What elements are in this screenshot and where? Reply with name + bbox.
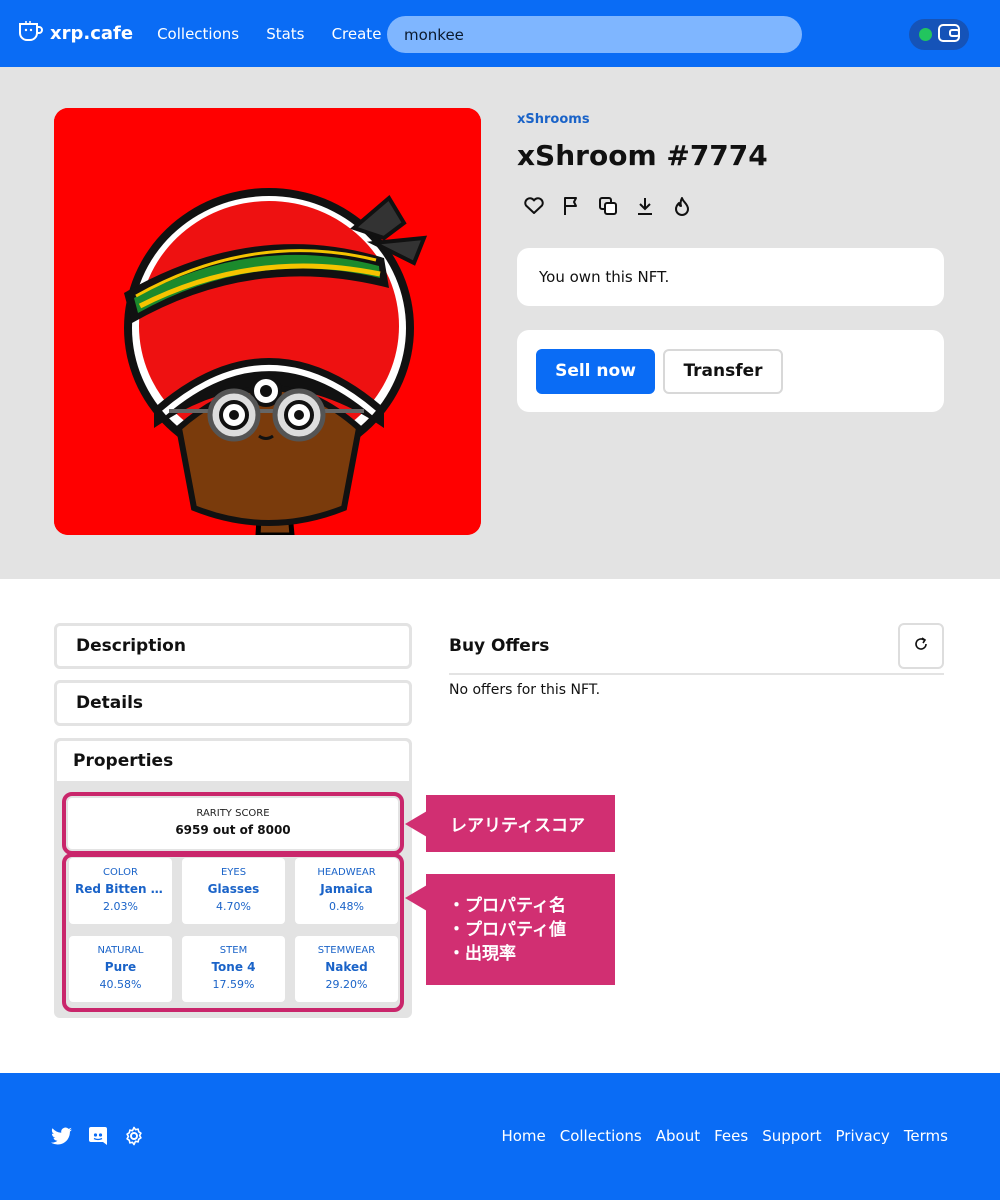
top-bar: xrp.cafe Collections Stats Create [0,0,1000,67]
footer-link-collections[interactable]: Collections [560,1127,642,1145]
buy-offers-heading: Buy Offers [449,636,550,656]
action-card: Sell now Transfer [517,330,944,412]
connected-status-dot [918,28,932,41]
props-callout: ・プロパティ名 ・プロパティ値 ・出現率 [426,874,615,985]
search-bar [387,16,802,53]
logo-text: xrp.cafe [50,23,134,44]
footer-link-privacy[interactable]: Privacy [836,1127,890,1145]
properties-accordion[interactable]: Properties [57,741,409,781]
footer-link-terms[interactable]: Terms [904,1127,948,1145]
rarity-callout: レアリティスコア [426,795,615,852]
footer-link-support[interactable]: Support [762,1127,821,1145]
nft-action-icons [523,195,693,217]
twitter-icon[interactable] [51,1125,73,1147]
footer-links: Home Collections About Fees Support Priv… [501,1127,948,1145]
search-input[interactable] [404,25,785,44]
nav-create[interactable]: Create [332,25,382,43]
page: xrp.cafe Collections Stats Create monkee… [0,0,1000,1200]
ownership-card: You own this NFT. [517,248,944,306]
nft-artwork [54,108,481,535]
properties-heading: Properties [73,751,174,771]
main-nav: Collections Stats Create [157,24,403,43]
discord-icon[interactable] [87,1125,109,1147]
cup-logo-icon [18,20,44,47]
logo[interactable]: xrp.cafe [18,20,133,47]
copy-icon[interactable] [597,195,619,217]
flag-icon[interactable] [560,195,582,217]
nft-title: xShroom #7774 [517,139,768,172]
ownership-note: You own this NFT. [539,268,670,286]
props-callout-line: ・出現率 [448,944,516,964]
rarity-callout-arrow [405,811,427,837]
heart-icon[interactable] [523,195,545,217]
refresh-icon [913,636,929,656]
props-callout-line: ・プロパティ値 [448,920,566,940]
details-accordion[interactable]: Details [54,680,412,726]
wallet-button[interactable] [909,19,969,50]
details-heading: Details [76,693,144,713]
nft-hero: xShrooms xShroom #7774 You own this NFT.… [0,67,1000,579]
offers-divider [449,673,944,675]
nav-stats[interactable]: Stats [266,25,304,43]
wallet-icon [937,23,960,46]
nav-collections[interactable]: Collections [157,25,239,43]
description-heading: Description [76,636,186,656]
no-offers-text: No offers for this NFT. [449,682,601,698]
sell-now-button[interactable]: Sell now [536,348,655,394]
footer-link-about[interactable]: About [656,1127,700,1145]
rarity-highlight-frame [62,792,404,855]
footer-link-fees[interactable]: Fees [714,1127,748,1145]
flame-icon[interactable] [671,195,693,217]
properties-highlight-frame [62,853,404,1012]
transfer-button[interactable]: Transfer [663,348,783,394]
props-callout-line: ・プロパティ名 [448,896,566,916]
collection-link[interactable]: xShrooms [517,112,590,127]
refresh-button[interactable] [898,623,944,669]
social-links [51,1125,145,1147]
description-accordion[interactable]: Description [54,623,412,669]
settings-icon[interactable] [123,1125,145,1147]
rarity-callout-text: レアリティスコア [450,816,585,836]
footer-link-home[interactable]: Home [501,1127,545,1145]
props-callout-arrow [405,885,427,911]
download-icon[interactable] [634,195,656,217]
